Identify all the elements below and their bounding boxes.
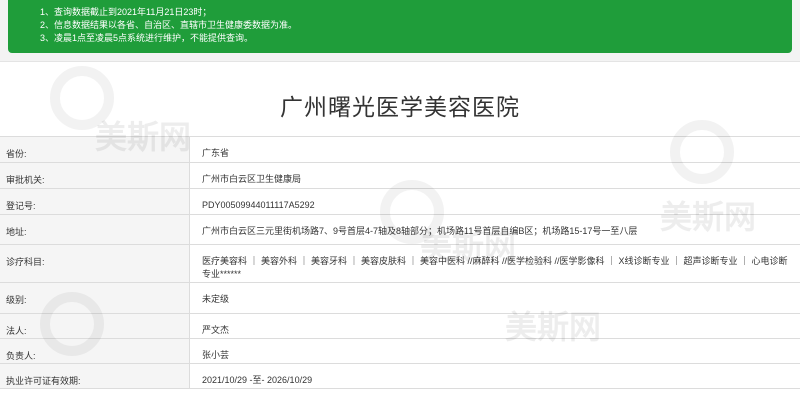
row-label: 诊疗科目: <box>0 245 190 282</box>
row-value: 广州市白云区卫生健康局 <box>202 174 302 184</box>
table-row-license-validity: 执业许可证有效期: 2021/10/29 -至- 2026/10/29 <box>0 364 800 389</box>
row-value: 2021/10/29 -至- 2026/10/29 <box>202 375 313 385</box>
row-label: 法人: <box>0 314 190 338</box>
row-value: 广州市白云区三元里街机场路7、9号首层4-7轴及8轴部分；机场路11号首层自编B… <box>202 226 638 236</box>
row-label: 级别: <box>0 283 190 313</box>
notice-line-1: 1、查询数据截止到2021年11月21日23时； <box>40 7 212 17</box>
notice-line-3: 3、凌晨1点至凌晨5点系统进行维护，不能提供查询。 <box>40 33 254 43</box>
row-label: 执业许可证有效期: <box>0 364 190 388</box>
table-row-approval-authority: 审批机关: 广州市白云区卫生健康局 <box>0 163 800 189</box>
row-label: 登记号: <box>0 189 190 214</box>
row-value: 未定级 <box>202 294 230 304</box>
detail-table: 省份: 广东省 审批机关: 广州市白云区卫生健康局 登记号: PDY005099… <box>0 136 800 389</box>
row-value: PDY00509944011117A5292 <box>202 200 315 210</box>
row-value: 严文杰 <box>202 325 230 335</box>
table-row-departments: 诊疗科目: 医疗美容科 ｜ 美容外科 ｜ 美容牙科 ｜ 美容皮肤科 ｜ 美容中医… <box>0 245 800 283</box>
notice-banner: 1、查询数据截止到2021年11月21日23时； 2、信息数据结果以各省、自治区… <box>8 0 792 53</box>
page-title: 广州曙光医学美容医院 <box>280 94 520 120</box>
notice-line-2: 2、信息数据结果以各省、自治区、直辖市卫生健康委数据为准。 <box>40 20 298 30</box>
row-label: 省份: <box>0 137 190 162</box>
table-row-legal-person: 法人: 严文杰 <box>0 314 800 339</box>
row-value: 医疗美容科 ｜ 美容外科 ｜ 美容牙科 ｜ 美容皮肤科 ｜ 美容中医科 //麻醉… <box>202 256 788 279</box>
row-label: 地址: <box>0 215 190 244</box>
row-value: 广东省 <box>202 148 230 158</box>
table-row-address: 地址: 广州市白云区三元里街机场路7、9号首层4-7轴及8轴部分；机场路11号首… <box>0 215 800 245</box>
table-row-registration-number: 登记号: PDY00509944011117A5292 <box>0 189 800 215</box>
row-value: 张小芸 <box>202 350 230 360</box>
row-label: 负责人: <box>0 339 190 363</box>
row-label: 审批机关: <box>0 163 190 188</box>
table-row-province: 省份: 广东省 <box>0 137 800 163</box>
table-row-person-in-charge: 负责人: 张小芸 <box>0 339 800 364</box>
table-row-level: 级别: 未定级 <box>0 283 800 314</box>
